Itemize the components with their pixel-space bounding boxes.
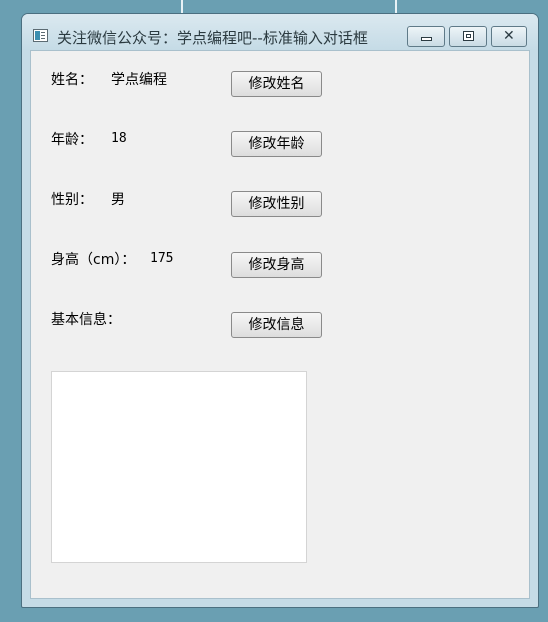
age-label: 年龄： <box>51 132 93 148</box>
edit-info-button[interactable]: 修改信息 <box>231 312 322 338</box>
gender-label: 性别： <box>51 192 93 208</box>
info-textarea[interactable] <box>51 371 307 563</box>
close-icon: ✕ <box>503 28 515 44</box>
edit-age-button[interactable]: 修改年龄 <box>231 131 322 157</box>
edit-gender-button[interactable]: 修改性别 <box>231 191 322 217</box>
edit-height-button[interactable]: 修改身高 <box>231 252 322 278</box>
name-value: 学点编程 <box>111 72 167 88</box>
window-title: 关注微信公众号：学点编程吧--标准输入对话框 <box>57 29 368 47</box>
close-button[interactable]: ✕ <box>491 26 527 47</box>
height-label: 身高（cm）： <box>51 252 136 268</box>
app-icon <box>33 29 48 42</box>
client-area: 姓名： 学点编程 修改姓名 年龄： 18 修改年龄 性别： 男 修改性别 身高（… <box>30 50 530 599</box>
age-value: 18 <box>111 131 127 146</box>
maximize-icon <box>463 31 474 41</box>
height-value: 175 <box>150 251 174 266</box>
info-label: 基本信息： <box>51 312 121 328</box>
edit-name-button[interactable]: 修改姓名 <box>231 71 322 97</box>
minimize-button[interactable] <box>407 26 445 47</box>
name-label: 姓名： <box>51 72 93 88</box>
maximize-button[interactable] <box>449 26 487 47</box>
title-bar[interactable]: 关注微信公众号：学点编程吧--标准输入对话框 ✕ <box>22 14 538 50</box>
gender-value: 男 <box>111 192 125 208</box>
dialog-window: 关注微信公众号：学点编程吧--标准输入对话框 ✕ 姓名： 学点编程 修改姓名 年… <box>21 13 539 608</box>
minimize-icon <box>421 37 432 41</box>
